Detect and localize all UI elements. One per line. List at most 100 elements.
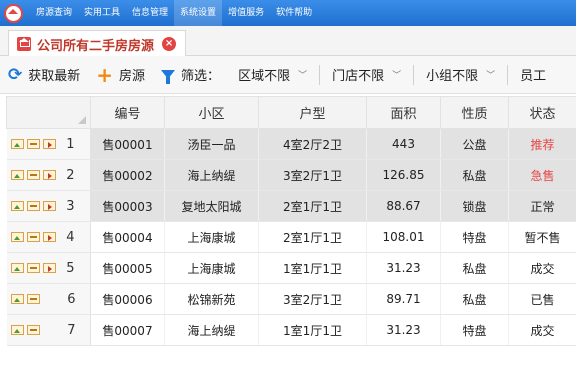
- cell-id[interactable]: 售00002: [90, 159, 165, 191]
- key-icon[interactable]: [26, 232, 40, 242]
- cell-area[interactable]: 31.23: [366, 252, 441, 284]
- row-header[interactable]: 4: [6, 221, 91, 253]
- video-icon[interactable]: [42, 170, 56, 180]
- cell-area[interactable]: 31.23: [366, 314, 441, 346]
- photo-icon[interactable]: [10, 325, 24, 335]
- cell-community[interactable]: 松锦新苑: [164, 283, 259, 315]
- cell-layout[interactable]: 3室2厅1卫: [258, 283, 367, 315]
- cell-community[interactable]: 海上纳缇: [164, 314, 259, 346]
- employee-dropdown[interactable]: 员工: [510, 56, 556, 94]
- cell-status[interactable]: 暂不售: [508, 221, 576, 253]
- column-header-layout[interactable]: 户型: [258, 96, 367, 129]
- photo-icon[interactable]: [10, 170, 24, 180]
- toolbar-divider: [413, 64, 415, 85]
- cell-type[interactable]: 私盘: [440, 283, 509, 315]
- table-row[interactable]: 7 售00007 海上纳缇 1室1厅1卫 31.23 特盘 成交: [6, 314, 576, 346]
- row-header[interactable]: 7: [6, 314, 91, 346]
- table-row[interactable]: 4 售00004 上海康城 2室1厅1卫 108.01 特盘 暂不售: [6, 221, 576, 253]
- cell-status[interactable]: 急售: [508, 159, 576, 191]
- photo-icon[interactable]: [10, 294, 24, 304]
- cell-id[interactable]: 售00001: [90, 128, 165, 160]
- row-header[interactable]: 5: [6, 252, 91, 284]
- column-header-status[interactable]: 状态: [508, 96, 576, 129]
- photo-icon[interactable]: [10, 201, 24, 211]
- key-icon[interactable]: [26, 294, 40, 304]
- key-icon[interactable]: [26, 201, 40, 211]
- group-dropdown[interactable]: 小组不限 ﹀: [416, 56, 505, 94]
- cell-area[interactable]: 88.67: [366, 190, 441, 222]
- cell-id[interactable]: 售00006: [90, 283, 165, 315]
- table-row[interactable]: 5 售00005 上海康城 1室1厅1卫 31.23 私盘 成交: [6, 252, 576, 284]
- cell-id[interactable]: 售00003: [90, 190, 165, 222]
- district-dropdown[interactable]: 区域不限 ﹀: [228, 56, 317, 94]
- video-icon[interactable]: [42, 263, 56, 273]
- table-row[interactable]: 2 售00002 海上纳缇 3室2厅1卫 126.85 私盘 急售: [6, 159, 576, 191]
- cell-id[interactable]: 售00007: [90, 314, 165, 346]
- tab-close-icon[interactable]: ×: [162, 37, 177, 51]
- column-header-id[interactable]: 编号: [90, 96, 165, 129]
- cell-community[interactable]: 上海康城: [164, 221, 259, 253]
- menu-item-help[interactable]: 软件帮助: [270, 0, 318, 26]
- cell-community[interactable]: 上海康城: [164, 252, 259, 284]
- menu-item-system-settings[interactable]: 系统设置: [174, 0, 223, 26]
- cell-status[interactable]: 成交: [508, 314, 576, 346]
- table-row[interactable]: 3 售00003 复地太阳城 2室1厅1卫 88.67 锁盘 正常: [6, 190, 576, 222]
- cell-status[interactable]: 已售: [508, 283, 576, 315]
- photo-icon[interactable]: [10, 139, 24, 149]
- cell-status[interactable]: 成交: [508, 252, 576, 284]
- select-all-corner[interactable]: [6, 96, 91, 129]
- menu-item-info-management[interactable]: 信息管理: [126, 0, 174, 26]
- key-icon[interactable]: [26, 139, 40, 149]
- video-icon[interactable]: [42, 232, 56, 242]
- cell-area[interactable]: 126.85: [366, 159, 441, 191]
- table-row[interactable]: 1 售00001 汤臣一品 4室2厅2卫 443 公盘 推荐: [6, 128, 576, 160]
- store-dropdown-value: 门店不限: [332, 69, 385, 84]
- photo-icon[interactable]: [10, 232, 24, 242]
- video-icon[interactable]: [42, 139, 56, 149]
- menu-item-utilities[interactable]: 实用工具: [78, 0, 126, 26]
- cell-community[interactable]: 海上纳缇: [164, 159, 259, 191]
- filter-button[interactable]: 筛选：: [153, 56, 228, 94]
- menu-item-value-added-services[interactable]: 增值服务: [222, 0, 270, 26]
- cell-type[interactable]: 私盘: [440, 252, 509, 284]
- row-header[interactable]: 6: [6, 283, 91, 315]
- cell-type[interactable]: 公盘: [440, 128, 509, 160]
- column-header-area[interactable]: 面积: [366, 96, 441, 129]
- refresh-button[interactable]: ⟳ 获取最新: [0, 56, 88, 94]
- cell-layout[interactable]: 3室2厅1卫: [258, 159, 367, 191]
- cell-type[interactable]: 特盘: [440, 221, 509, 253]
- add-property-button[interactable]: + 房源: [88, 56, 153, 94]
- key-icon[interactable]: [26, 325, 40, 335]
- cell-layout[interactable]: 1室1厅1卫: [258, 252, 367, 284]
- key-icon[interactable]: [26, 170, 40, 180]
- cell-layout[interactable]: 1室1厅1卫: [258, 314, 367, 346]
- cell-area[interactable]: 108.01: [366, 221, 441, 253]
- cell-id[interactable]: 售00005: [90, 252, 165, 284]
- cell-layout[interactable]: 4室2厅2卫: [258, 128, 367, 160]
- menu-item-property-query[interactable]: 房源查询: [30, 0, 78, 26]
- cell-layout[interactable]: 2室1厅1卫: [258, 190, 367, 222]
- plus-icon: +: [96, 62, 114, 87]
- cell-status[interactable]: 正常: [508, 190, 576, 222]
- cell-status[interactable]: 推荐: [508, 128, 576, 160]
- table-row[interactable]: 6 售00006 松锦新苑 3室2厅1卫 89.71 私盘 已售: [6, 283, 576, 315]
- row-header[interactable]: 3: [6, 190, 91, 222]
- cell-type[interactable]: 私盘: [440, 159, 509, 191]
- cell-layout[interactable]: 2室1厅1卫: [258, 221, 367, 253]
- cell-area[interactable]: 443: [366, 128, 441, 160]
- video-icon[interactable]: [42, 201, 56, 211]
- cell-type[interactable]: 锁盘: [440, 190, 509, 222]
- photo-icon[interactable]: [10, 263, 24, 273]
- store-dropdown[interactable]: 门店不限 ﹀: [322, 56, 411, 94]
- cell-id[interactable]: 售00004: [90, 221, 165, 253]
- cell-type[interactable]: 特盘: [440, 314, 509, 346]
- row-header[interactable]: 2: [6, 159, 91, 191]
- row-header[interactable]: 1: [6, 128, 91, 160]
- cell-community[interactable]: 汤臣一品: [164, 128, 259, 160]
- column-header-community[interactable]: 小区: [164, 96, 259, 129]
- cell-community[interactable]: 复地太阳城: [164, 190, 259, 222]
- cell-area[interactable]: 89.71: [366, 283, 441, 315]
- key-icon[interactable]: [26, 263, 40, 273]
- column-header-type[interactable]: 性质: [440, 96, 509, 129]
- tab-company-listings[interactable]: 公司所有二手房房源 ×: [8, 30, 186, 57]
